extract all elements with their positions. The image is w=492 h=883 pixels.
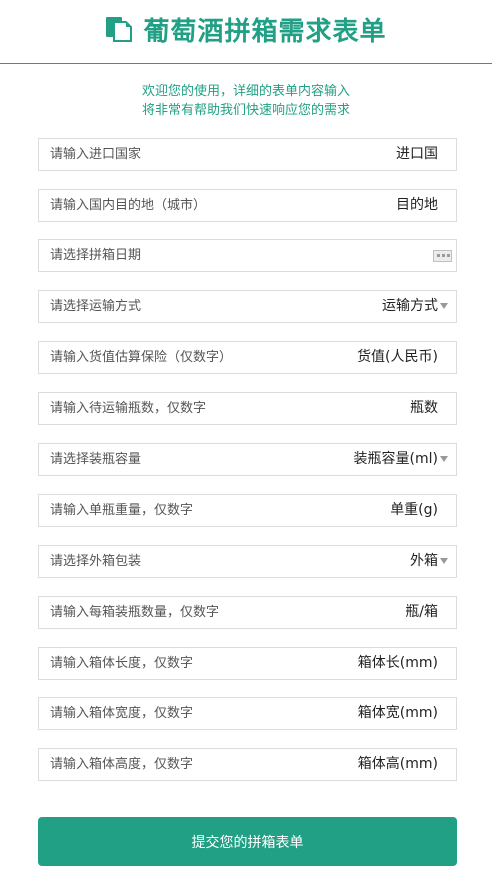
page-header: 葡萄酒拼箱需求表单 — [0, 0, 492, 64]
field-unit-label: 外箱 — [410, 553, 438, 569]
field-placeholder: 请输入待运输瓶数，仅数字 — [50, 401, 207, 416]
field-placeholder: 请输入箱体高度，仅数字 — [50, 757, 194, 772]
destination-city-field[interactable]: 请输入国内目的地（城市） 目的地 — [38, 189, 457, 222]
chevron-down-icon — [440, 456, 448, 462]
bottle-count-field[interactable]: 请输入待运输瓶数，仅数字 瓶数 — [38, 392, 457, 425]
bottle-weight-field[interactable]: 请输入单瓶重量，仅数字 单重(g) — [38, 494, 457, 527]
field-unit-label: 瓶/箱 — [405, 604, 438, 620]
document-icon — [106, 17, 133, 42]
intro-line-1: 欢迎您的使用，详细的表单内容输入 — [141, 84, 350, 99]
field-placeholder: 请选择运输方式 — [50, 299, 142, 314]
field-unit-label: 货值(人民币) — [357, 349, 438, 365]
field-placeholder: 请输入国内目的地（城市） — [50, 198, 207, 213]
chevron-down-icon — [440, 303, 448, 309]
field-unit-label: 进口国 — [396, 146, 438, 162]
field-unit-label: 单重(g) — [390, 502, 438, 518]
page-title: 葡萄酒拼箱需求表单 — [143, 16, 387, 47]
field-unit-label: 箱体长(mm) — [357, 655, 438, 671]
field-placeholder: 请输入每箱装瓶数量，仅数字 — [50, 605, 220, 620]
title-bar: 葡萄酒拼箱需求表单 — [0, 12, 492, 47]
field-placeholder: 请输入进口国家 — [50, 147, 142, 162]
field-unit-label: 瓶数 — [410, 400, 438, 416]
field-placeholder: 请选择装瓶容量 — [50, 452, 142, 467]
cargo-value-field[interactable]: 请输入货值估算保险（仅数字） 货值(人民币) — [38, 341, 457, 374]
field-unit-label: 箱体高(mm) — [357, 756, 438, 772]
field-unit-label: 运输方式 — [382, 298, 438, 314]
field-placeholder: 请选择外箱包装 — [50, 554, 142, 569]
field-placeholder: 请输入单瓶重量，仅数字 — [50, 503, 194, 518]
field-unit-label: 装瓶容量(ml) — [353, 451, 438, 467]
field-unit-label: 目的地 — [396, 197, 438, 213]
import-country-field[interactable]: 请输入进口国家 进口国 — [38, 138, 457, 171]
calendar-icon[interactable] — [433, 250, 452, 262]
field-unit-label: 箱体宽(mm) — [357, 705, 438, 721]
box-length-field[interactable]: 请输入箱体长度，仅数字 箱体长(mm) — [38, 647, 457, 680]
outer-box-select[interactable]: 请选择外箱包装 外箱 — [38, 545, 457, 578]
box-width-field[interactable]: 请输入箱体宽度，仅数字 箱体宽(mm) — [38, 697, 457, 730]
shipping-date-field[interactable]: 请选择拼箱日期 — [38, 239, 457, 272]
field-placeholder: 请输入货值估算保险（仅数字） — [50, 350, 233, 365]
transport-mode-select[interactable]: 请选择运输方式 运输方式 — [38, 290, 457, 323]
field-placeholder: 请选择拼箱日期 — [50, 248, 142, 263]
bottle-volume-select[interactable]: 请选择装瓶容量 装瓶容量(ml) — [38, 443, 457, 476]
bottles-per-box-field[interactable]: 请输入每箱装瓶数量，仅数字 瓶/箱 — [38, 596, 457, 629]
intro-line-2: 将非常有帮助我们快速响应您的需求 — [141, 103, 350, 118]
submit-button[interactable]: 提交您的拼箱表单 — [38, 817, 457, 866]
chevron-down-icon — [440, 558, 448, 564]
field-placeholder: 请输入箱体长度，仅数字 — [50, 656, 194, 671]
box-height-field[interactable]: 请输入箱体高度，仅数字 箱体高(mm) — [38, 748, 457, 781]
field-placeholder: 请输入箱体宽度，仅数字 — [50, 706, 194, 721]
intro-text: 欢迎您的使用，详细的表单内容输入 将非常有帮助我们快速响应您的需求 — [0, 82, 492, 120]
